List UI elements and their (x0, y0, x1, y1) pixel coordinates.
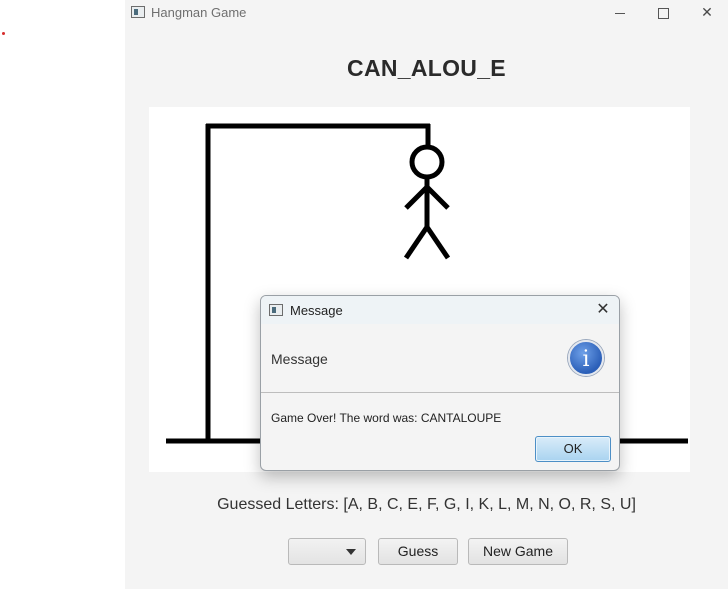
masked-word: CAN_ALOU_E (347, 55, 506, 81)
dialog-content: Game Over! The word was: CANTALOUPE (271, 411, 502, 425)
dialog-title: Message (290, 303, 343, 318)
dialog-title-bar: Message ✕ (261, 296, 619, 324)
dialog-app-icon (269, 304, 283, 316)
hangman-left-arm (404, 185, 429, 210)
hangman-right-arm (425, 185, 450, 210)
close-button[interactable]: ✕ (685, 0, 728, 26)
ok-button[interactable]: OK (535, 436, 611, 462)
dialog-header-text: Message (271, 351, 328, 367)
minimize-button[interactable] (598, 0, 642, 26)
app-icon (131, 6, 145, 18)
dialog-close-icon[interactable]: ✕ (594, 301, 612, 319)
maximize-icon (657, 7, 669, 19)
hangman-right-leg (424, 225, 451, 260)
info-icon: i (568, 340, 604, 376)
title-bar: Hangman Game ✕ (125, 0, 728, 26)
dialog-header: Message i (261, 324, 619, 393)
guess-button[interactable]: Guess (378, 538, 458, 565)
new-game-button[interactable]: New Game (468, 538, 568, 565)
window-title: Hangman Game (151, 5, 247, 20)
letter-select[interactable] (288, 538, 366, 565)
minimize-icon (615, 12, 625, 14)
message-dialog: Message ✕ Message i Game Over! The word … (260, 295, 620, 471)
guessed-letters: Guessed Letters: [A, B, C, E, F, G, I, K… (217, 496, 636, 513)
maximize-button[interactable] (641, 0, 685, 26)
hangman-left-leg (403, 225, 430, 260)
hangman-head (409, 144, 445, 180)
stray-red-dot (2, 32, 5, 35)
chevron-down-icon (346, 549, 356, 555)
close-icon: ✕ (701, 4, 713, 20)
